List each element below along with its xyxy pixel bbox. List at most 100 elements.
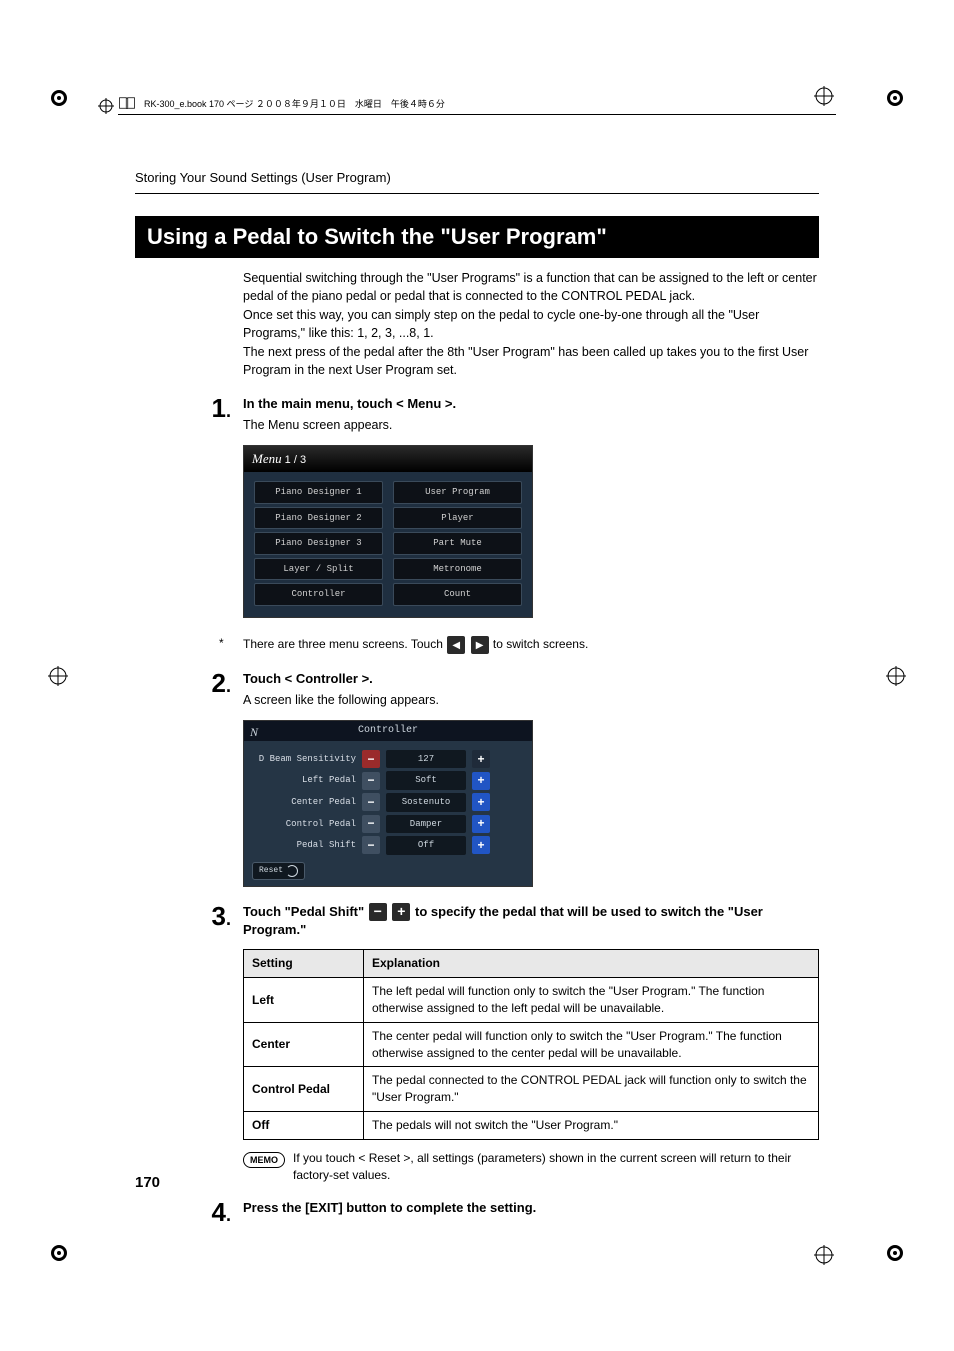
menu-row: Piano Designer 1 User Program [254,481,522,504]
menu-item: Part Mute [393,532,522,555]
controller-label: Center Pedal [252,796,362,809]
controller-label: Left Pedal [252,774,362,787]
crop-mark-icon [48,666,68,686]
table-row: OffThe pedals will not switch the "User … [244,1112,819,1140]
plus-button: + [472,815,490,833]
section-title: Using a Pedal to Switch the "User Progra… [135,216,819,258]
controller-screenshot: N Controller D Beam Sensitivity−127+Left… [243,720,533,887]
step-4: 4. Press the [EXIT] button to complete t… [135,1199,819,1225]
controller-label: Pedal Shift [252,839,362,852]
table-row: LeftThe left pedal will function only to… [244,978,819,1023]
plus-button: + [472,793,490,811]
controller-value: 127 [386,750,466,769]
controller-value: Sostenuto [386,793,466,812]
running-head: Storing Your Sound Settings (User Progra… [135,170,819,185]
setting-name: Center [244,1022,364,1067]
memo-text: If you touch < Reset >, all settings (pa… [293,1150,819,1184]
footnote: * There are three menu screens. Touch ◀ … [219,636,819,654]
left-arrow-icon: ◀ [447,636,465,654]
menu-item: Piano Designer 2 [254,507,383,530]
step-1: 1. In the main menu, touch < Menu >. The… [135,395,819,628]
controller-row: D Beam Sensitivity−127 + [252,750,524,769]
setting-explanation: The pedals will not switch the "User Pro… [364,1112,819,1140]
controller-label: D Beam Sensitivity [252,753,362,766]
settings-table: Setting Explanation LeftThe left pedal w… [243,949,819,1139]
step-title: Touch < Controller >. [243,670,819,688]
step-number: 2. [135,670,243,887]
step-title: In the main menu, touch < Menu >. [243,395,819,413]
step-title: Press the [EXIT] button to complete the … [243,1199,819,1217]
menu-row: Piano Designer 3 Part Mute [254,532,522,555]
setting-name: Off [244,1112,364,1140]
controller-row: Control Pedal−Damper + [252,815,524,834]
crop-mark-icon [814,1245,834,1265]
memo: MEMO If you touch < Reset >, all setting… [243,1150,819,1184]
intro-line: Once set this way, you can simply step o… [243,307,819,342]
minus-button: − [362,836,380,854]
table-row: CenterThe center pedal will function onl… [244,1022,819,1067]
step-number: 3. [135,903,243,1140]
setting-explanation: The pedal connected to the CONTROL PEDAL… [364,1067,819,1112]
menu-item: User Program [393,481,522,504]
controller-value: Damper [386,815,466,834]
step-3: 3. Touch "Pedal Shift" − + to specify th… [135,903,819,1140]
plus-button: + [472,836,490,854]
plus-button: + [472,772,490,790]
page-header: RK-300_e.book 170 ページ ２００８年９月１０日 水曜日 午後４… [118,96,836,115]
rule [135,193,819,194]
step-2: 2. Touch < Controller >. A screen like t… [135,670,819,887]
menu-item: Metronome [393,558,522,581]
controller-value: Off [386,836,466,855]
step-number: 4. [135,1199,243,1225]
setting-name: Left [244,978,364,1023]
intro-line: Sequential switching through the "User P… [243,270,819,305]
crop-mark-icon [45,1239,73,1267]
menu-item: Player [393,507,522,530]
asterisk: * [219,636,243,650]
menu-item: Piano Designer 3 [254,532,383,555]
menu-item: Count [393,583,522,606]
menu-item: Layer / Split [254,558,383,581]
step-line: The Menu screen appears. [243,417,819,435]
crop-mark-icon [881,84,909,112]
menu-item: Controller [254,583,383,606]
setting-explanation: The left pedal will function only to swi… [364,978,819,1023]
menu-item: Piano Designer 1 [254,481,383,504]
setting-name: Control Pedal [244,1067,364,1112]
header-text: RK-300_e.book 170 ページ ２００８年９月１０日 水曜日 午後４… [144,97,445,110]
plus-icon: + [392,903,410,921]
menu-row: Layer / Split Metronome [254,558,522,581]
minus-icon: − [369,903,387,921]
menu-row: Controller Count [254,583,522,606]
minus-button: − [362,815,380,833]
plus-button: + [472,750,490,768]
controller-row: Pedal Shift−Off + [252,836,524,855]
minus-button: − [362,750,380,768]
right-arrow-icon: ▶ [471,636,489,654]
table-header: Explanation [364,950,819,978]
controller-value: Soft [386,771,466,790]
step-line: A screen like the following appears. [243,692,819,710]
step-number: 1. [135,395,243,628]
minus-button: − [362,793,380,811]
note-text: to switch screens. [493,637,588,651]
setting-explanation: The center pedal will function only to s… [364,1022,819,1067]
crop-mark-icon [98,98,114,114]
memo-badge: MEMO [243,1152,285,1169]
table-row: Control PedalThe pedal connected to the … [244,1067,819,1112]
note-icon: N [250,724,258,741]
controller-row: Left Pedal−Soft+ [252,771,524,790]
menu-screenshot-title: Menu 1 / 3 [244,446,532,472]
step-title: Touch "Pedal Shift" − + to specify the p… [243,903,819,940]
note-text: There are three menu screens. Touch [243,637,446,651]
crop-mark-icon [886,666,906,686]
controller-row: Center Pedal−Sostenuto + [252,793,524,812]
table-header: Setting [244,950,364,978]
menu-screenshot: Menu 1 / 3 Piano Designer 1User ProgramP… [243,445,533,618]
page-number: 170 [135,1174,160,1191]
menu-row: Piano Designer 2 Player [254,507,522,530]
reset-button: Reset [252,862,305,880]
crop-mark-icon [45,84,73,112]
controller-label: Control Pedal [252,818,362,831]
intro-block: Sequential switching through the "User P… [243,270,819,379]
